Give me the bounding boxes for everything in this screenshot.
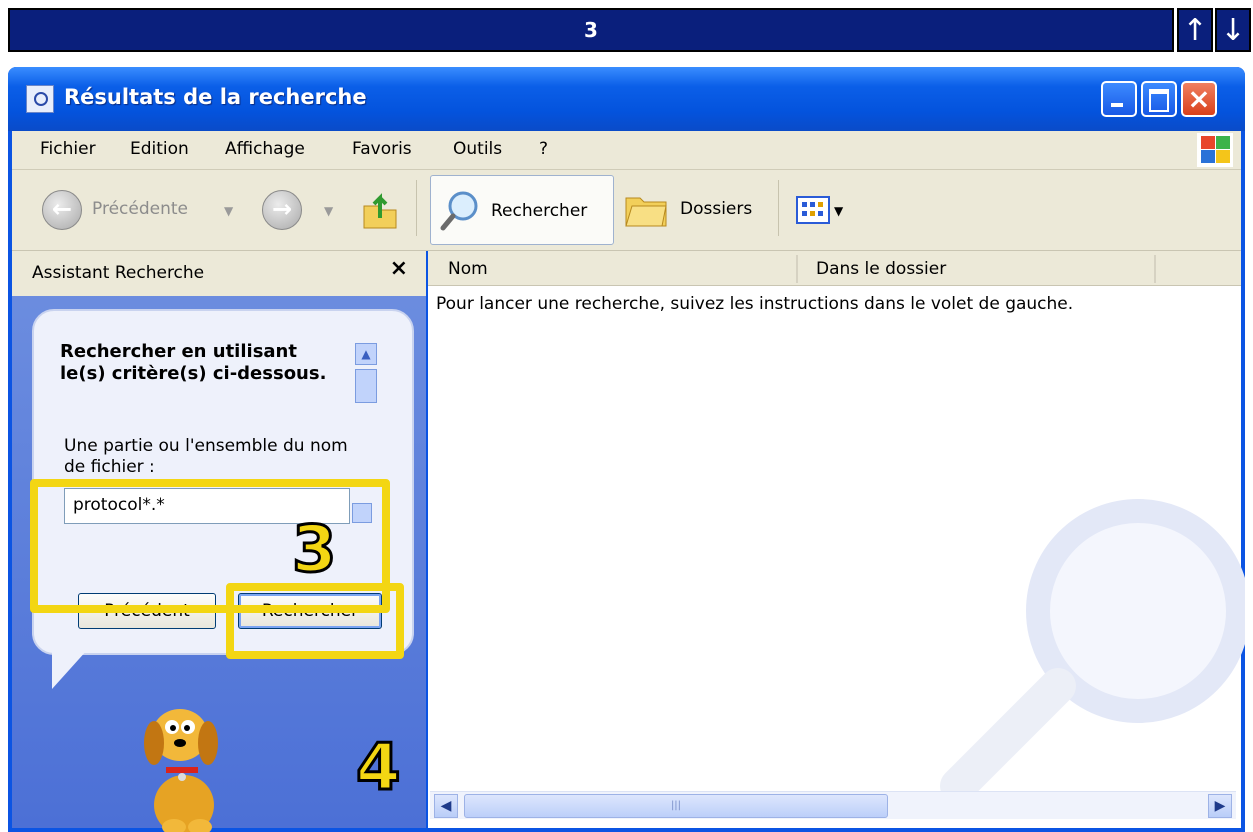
pane-title: Assistant Recherche [32, 263, 205, 283]
maximize-icon[interactable] [1141, 81, 1177, 117]
windows-logo-icon [1197, 133, 1233, 167]
step4-number: 4 [355, 730, 403, 807]
search-window-icon [26, 85, 54, 113]
column-name[interactable]: Nom [448, 259, 488, 279]
title-bar[interactable]: Résultats de la recherche × [8, 67, 1245, 131]
step-number: 3 [584, 18, 598, 42]
scroll-up-icon[interactable]: ▲ [355, 343, 377, 365]
step3-number: 3 [291, 512, 339, 589]
dog-assistant-icon[interactable] [122, 687, 242, 832]
scroll-right-icon[interactable]: ▶ [1208, 794, 1232, 818]
back-icon[interactable] [42, 190, 82, 230]
forward-icon[interactable] [262, 190, 302, 230]
column-header: Nom Dans le dossier [428, 251, 1241, 286]
filename-label: Une partie ou l'ensemble du nom de fichi… [64, 436, 348, 477]
views-dropdown-icon[interactable]: ▼ [834, 204, 843, 218]
magnifier-watermark-icon [940, 499, 1245, 801]
column-folder[interactable]: Dans le dossier [816, 259, 946, 279]
folders-button-label[interactable]: Dossiers [680, 199, 752, 219]
search-toolbar-button[interactable]: Rechercher [430, 175, 614, 245]
results-pane: Nom Dans le dossier Pour lancer une rech… [428, 251, 1245, 828]
close-icon[interactable]: × [1181, 81, 1217, 117]
menu-favoris[interactable]: Favoris [352, 139, 412, 159]
balloon-tail [52, 649, 88, 689]
menu-outils[interactable]: Outils [453, 139, 502, 159]
column-divider[interactable] [1154, 255, 1156, 283]
magnifier-icon [440, 191, 478, 231]
scroll-thumb[interactable]: ||| [464, 794, 888, 818]
scroll-thumb[interactable] [355, 369, 377, 403]
search-hint: Pour lancer une recherche, suivez les in… [436, 294, 1074, 314]
arrow-up-icon[interactable]: ↑ [1177, 8, 1213, 52]
scroll-left-icon[interactable]: ◀ [434, 794, 458, 818]
menu-edition[interactable]: Edition [130, 139, 189, 159]
minimize-icon[interactable] [1101, 81, 1137, 117]
arrow-down-icon[interactable]: ↓ [1215, 8, 1251, 52]
window-title: Résultats de la recherche [64, 85, 367, 109]
search-button-label: Rechercher [491, 201, 588, 221]
pane-header: Assistant Recherche × [12, 251, 426, 296]
balloon-heading: Rechercher en utilisant le(s) critère(s)… [60, 341, 327, 384]
menu-fichier[interactable]: Fichier [40, 139, 96, 159]
search-results-window: Résultats de la recherche × Fichier Edit… [8, 67, 1245, 832]
column-divider[interactable] [796, 255, 798, 283]
up-folder-icon[interactable] [360, 188, 400, 232]
back-button-label[interactable]: Précédente [92, 199, 188, 219]
search-assistant-pane: Assistant Recherche × Rechercher en util… [12, 251, 426, 832]
toolbar: Précédente ▼ ▼ Rechercher Dossiers ▼ [12, 170, 1241, 251]
forward-dropdown-icon[interactable]: ▼ [324, 204, 333, 218]
horizontal-scrollbar[interactable]: ◀ ||| ▶ [430, 791, 1236, 819]
back-dropdown-icon[interactable]: ▼ [224, 204, 233, 218]
menu-bar: Fichier Edition Affichage Favoris Outils… [12, 131, 1241, 170]
pane-close-icon[interactable]: × [390, 256, 408, 281]
balloon-scrollbar[interactable]: ▲ [355, 343, 377, 407]
views-icon[interactable] [796, 196, 830, 224]
menu-help[interactable]: ? [539, 139, 548, 159]
menu-affichage[interactable]: Affichage [225, 139, 305, 159]
step-bar: 3 [8, 8, 1174, 52]
highlight-step4 [226, 583, 404, 659]
folders-icon[interactable] [624, 190, 670, 230]
